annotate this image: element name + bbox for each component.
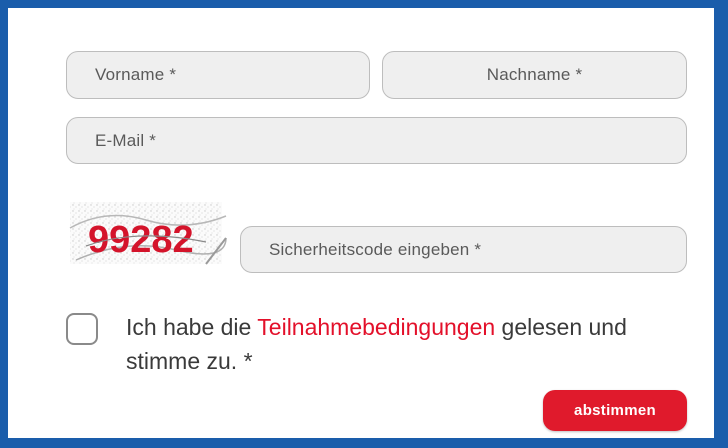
- last-name-placeholder: Nachname *: [486, 65, 583, 84]
- first-name-placeholder: Vorname *: [95, 65, 177, 84]
- form-frame: Vorname * Nachname * E-Mail * 99282 Sich…: [0, 0, 728, 448]
- captcha-code-placeholder: Sicherheitscode eingeben *: [269, 239, 482, 259]
- email-placeholder: E-Mail *: [95, 130, 157, 150]
- captcha-image: 99282: [66, 198, 236, 274]
- consent-checkbox[interactable]: [66, 313, 98, 345]
- captcha-text: 99282: [88, 219, 194, 261]
- terms-link[interactable]: Teilnahmebedingungen: [257, 314, 495, 340]
- consent-prefix: Ich habe die: [126, 314, 258, 340]
- submit-button[interactable]: abstimmen: [543, 390, 687, 431]
- last-name-field[interactable]: Nachname *: [382, 51, 687, 99]
- first-name-field[interactable]: Vorname *: [66, 51, 370, 99]
- email-field[interactable]: E-Mail *: [66, 117, 687, 164]
- consent-text: Ich habe die Teilnahmebedingungen gelese…: [126, 310, 686, 378]
- captcha-code-field[interactable]: Sicherheitscode eingeben *: [240, 226, 687, 273]
- captcha-graphic: 99282: [69, 202, 227, 265]
